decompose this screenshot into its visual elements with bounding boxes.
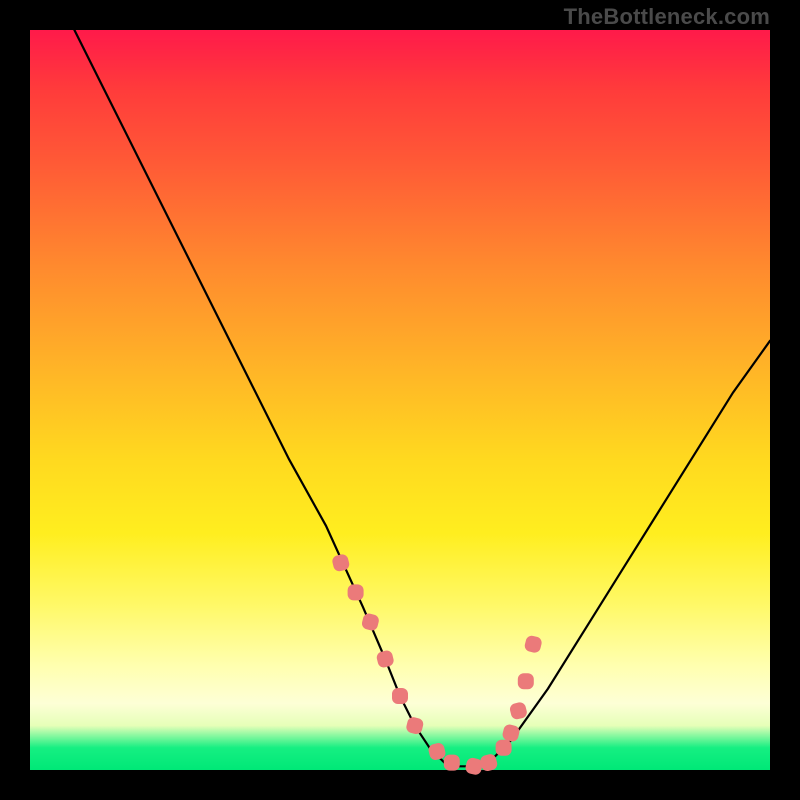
- chart-frame: TheBottleneck.com: [0, 0, 800, 800]
- highlight-dot: [518, 673, 534, 689]
- watermark-text: TheBottleneck.com: [564, 4, 770, 30]
- highlight-dot: [405, 716, 424, 735]
- highlighted-points-group: [331, 553, 543, 776]
- highlight-dot: [524, 635, 543, 654]
- plot-area: [30, 30, 770, 770]
- chart-svg: [30, 30, 770, 770]
- highlight-dot: [501, 723, 520, 742]
- bottleneck-curve-path: [74, 30, 770, 766]
- highlight-dot: [331, 553, 350, 572]
- highlight-dot: [509, 701, 528, 720]
- highlight-dot: [392, 688, 408, 704]
- highlight-dot: [361, 612, 380, 631]
- highlight-dot: [444, 755, 460, 771]
- highlight-dot: [376, 649, 395, 668]
- highlight-dot: [427, 742, 446, 761]
- highlight-dot: [496, 740, 512, 756]
- highlight-dot: [348, 584, 364, 600]
